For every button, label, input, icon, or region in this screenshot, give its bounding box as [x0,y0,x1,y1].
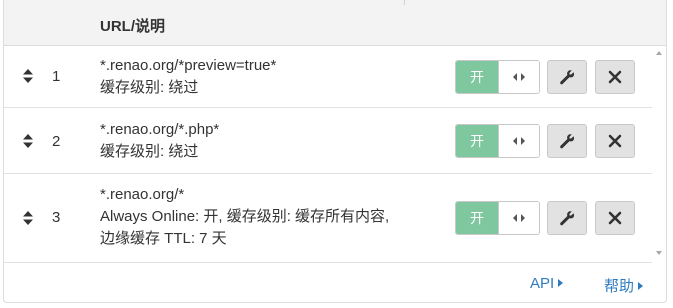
api-link[interactable]: API [530,275,564,292]
close-icon [608,134,622,148]
header-divider [404,0,405,5]
wrench-icon [560,70,575,85]
delete-rule-button[interactable] [595,60,635,94]
rule-row: 3 *.renao.org/* Always Online: 开, 缓存级别: … [4,174,652,263]
rule-toggle[interactable]: 开 [455,60,540,94]
close-icon [608,211,622,225]
rule-description: 缓存级别: 绕过 [100,79,199,96]
caret-right-icon [638,282,644,290]
help-link-label: 帮助 [604,278,635,295]
delete-rule-button[interactable] [595,124,635,158]
caret-right-icon [558,279,564,287]
toggle-on-label: 开 [456,61,498,93]
sort-arrows-icon[interactable] [22,211,34,225]
edit-rule-button[interactable] [547,60,587,94]
rule-row: 2 *.renao.org/*.php* 缓存级别: 绕过 开 [4,108,652,174]
rule-description: 边缘缓存 TTL: 7 天 [100,230,227,247]
help-link[interactable]: 帮助 [604,275,644,296]
table-header: URL/说明 [4,0,666,46]
code-arrows-icon [498,61,539,93]
rule-url: *.renao.org/* [100,186,185,203]
scroll-up-arrow-icon[interactable] [656,51,662,55]
rule-toggle[interactable]: 开 [455,201,540,235]
toggle-on-label: 开 [456,125,498,157]
rule-index: 1 [52,68,61,85]
api-link-label: API [530,275,555,292]
wrench-icon [560,134,575,149]
rule-row: 1 *.renao.org/*preview=true* 缓存级别: 绕过 开 [4,46,652,108]
sort-arrows-icon[interactable] [22,134,34,148]
edit-rule-button[interactable] [547,201,587,235]
rule-text: *.renao.org/*preview=true* 缓存级别: 绕过 [100,55,276,99]
page-rules-panel: URL/说明 1 *.renao.org/*preview=true* 缓存级别… [3,0,667,303]
rule-index: 3 [52,209,61,226]
sort-arrows-icon[interactable] [22,69,34,83]
rule-text: *.renao.org/* Always Online: 开, 缓存级别: 缓存… [100,184,389,250]
close-icon [608,70,622,84]
rule-description: 缓存级别: 绕过 [100,143,199,160]
scroll-down-arrow-icon[interactable] [656,251,662,255]
column-title-url: URL/说明 [100,18,165,35]
rule-url: *.renao.org/*.php* [100,121,220,138]
rule-text: *.renao.org/*.php* 缓存级别: 绕过 [100,119,219,163]
rule-url: *.renao.org/*preview=true* [100,57,277,74]
wrench-icon [560,211,575,226]
toggle-on-label: 开 [456,202,498,234]
panel-footer: API 帮助 [4,262,666,302]
rule-index: 2 [52,133,61,150]
vertical-scrollbar[interactable] [652,46,666,260]
rules-list: 1 *.renao.org/*preview=true* 缓存级别: 绕过 开 [4,46,652,263]
edit-rule-button[interactable] [547,124,587,158]
code-arrows-icon [498,202,539,234]
rule-toggle[interactable]: 开 [455,124,540,158]
code-arrows-icon [498,125,539,157]
delete-rule-button[interactable] [595,201,635,235]
rule-description: Always Online: 开, 缓存级别: 缓存所有内容, [100,208,390,225]
